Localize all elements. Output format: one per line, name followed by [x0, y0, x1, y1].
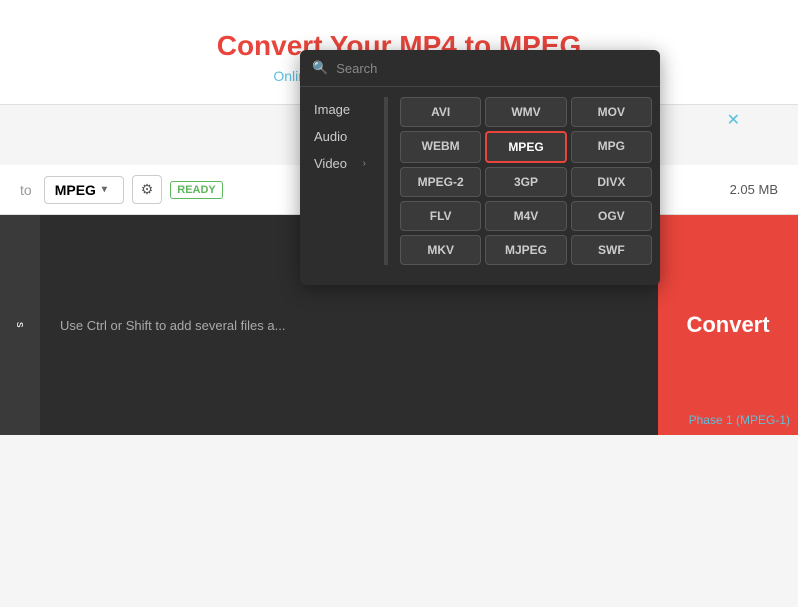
format-btn-ogv[interactable]: OGV — [571, 201, 652, 231]
search-input[interactable] — [336, 61, 648, 76]
format-btn-mkv[interactable]: MKV — [400, 235, 481, 265]
ready-badge: READY — [170, 181, 223, 199]
format-dropdown[interactable]: MPEG ▾ — [44, 176, 124, 204]
phase-label: Phase 1 (MPEG-1) — [689, 413, 790, 427]
sidebar-label: s — [14, 322, 26, 328]
scrollbar-divider — [384, 97, 388, 265]
format-btn-wmv[interactable]: WMV — [485, 97, 566, 127]
category-item-image[interactable]: Image — [308, 97, 372, 122]
search-icon: 🔍 — [312, 60, 328, 76]
format-btn-mpeg2[interactable]: MPEG-2 — [400, 167, 481, 197]
format-btn-avi[interactable]: AVI — [400, 97, 481, 127]
popup-body: ImageAudioVideo› AVIWMVMOV WEBMMPEGMPG MPE… — [300, 87, 660, 275]
format-btn-mov[interactable]: MOV — [571, 97, 652, 127]
format-dropdown-popup: 🔍 ImageAudioVideo› AVIWMVMOV WEBMMPEGMPG M… — [300, 50, 660, 285]
close-icon[interactable]: ✕ — [727, 110, 740, 130]
chevron-down-icon: ▾ — [102, 184, 107, 195]
drop-hint: Use Ctrl or Shift to add several files a… — [60, 318, 285, 333]
search-row: 🔍 — [300, 50, 660, 87]
format-btn-flv[interactable]: FLV — [400, 201, 481, 231]
settings-button[interactable]: ⚙ — [132, 175, 163, 204]
category-item-video[interactable]: Video› — [308, 151, 372, 176]
categories-list: ImageAudioVideo› — [300, 97, 380, 265]
to-label: to — [20, 182, 32, 198]
format-btn-swf[interactable]: SWF — [571, 235, 652, 265]
formats-grid: AVIWMVMOV WEBMMPEGMPG MPEG-23GPDIVX FLVM4VO… — [392, 97, 660, 265]
convert-button[interactable]: Convert — [658, 215, 798, 435]
category-item-audio[interactable]: Audio — [308, 124, 372, 149]
format-btn-mpeg[interactable]: MPEG — [485, 131, 566, 163]
file-size: 2.05 MB — [730, 182, 778, 197]
format-btn-divx[interactable]: DIVX — [571, 167, 652, 197]
format-btn-3gp[interactable]: 3GP — [485, 167, 566, 197]
format-btn-mpg[interactable]: MPG — [571, 131, 652, 163]
sidebar-panel: s — [0, 215, 40, 435]
selected-format-label: MPEG — [55, 182, 96, 198]
format-btn-mjpeg[interactable]: MJPEG — [485, 235, 566, 265]
chevron-right-icon: › — [363, 158, 366, 169]
format-btn-m4v[interactable]: M4V — [485, 201, 566, 231]
format-btn-webm[interactable]: WEBM — [400, 131, 481, 163]
convert-button-label: Convert — [686, 312, 769, 338]
